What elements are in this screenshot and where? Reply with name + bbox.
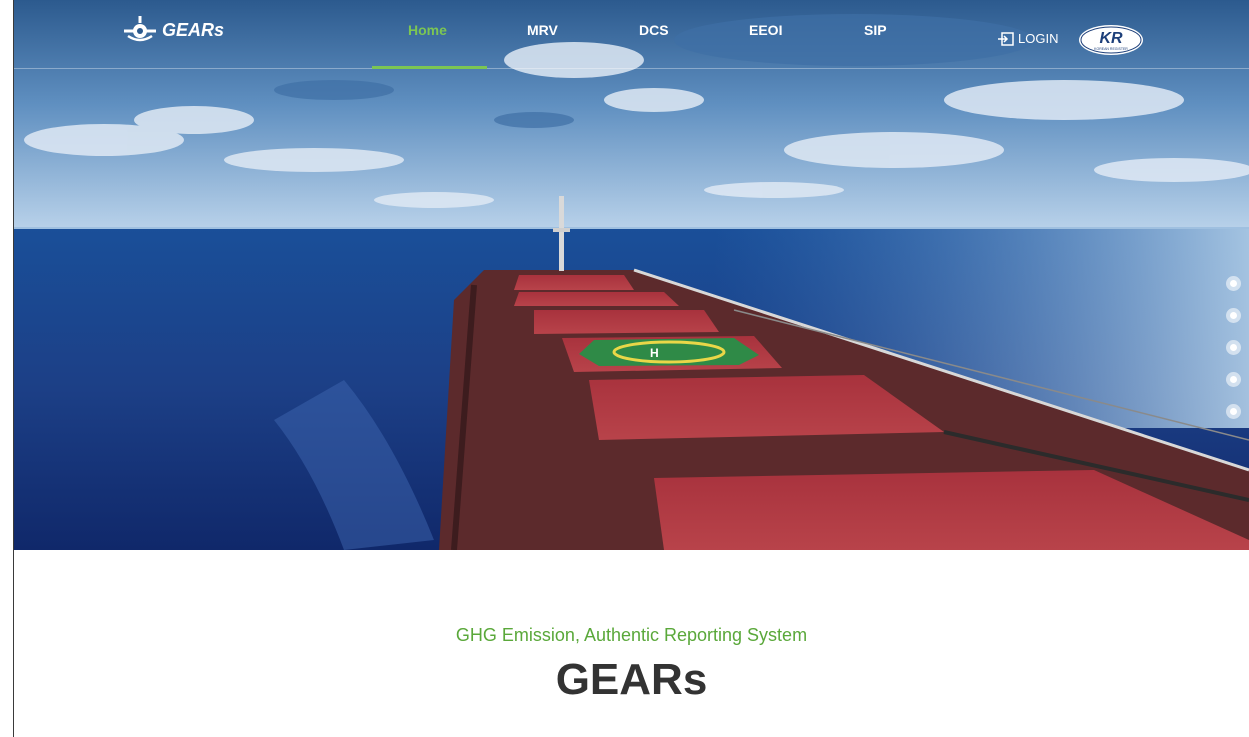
kr-badge-subtext: KOREAN REGISTER [1094,47,1128,51]
logo[interactable]: GEARs [120,14,224,46]
slide-dot-2[interactable] [1226,308,1241,323]
nav-eeoi[interactable]: EEOI [749,22,782,38]
hero-image: H [14,0,1249,550]
intro-title: GEARs [555,655,708,704]
kr-badge-logo[interactable]: KR KOREAN REGISTER [1078,24,1144,56]
page: H GEARs Home MRV DCS EEOI SIP LOGIN KR K… [0,0,1249,737]
nav-mrv[interactable]: MRV [527,22,558,38]
nav-home[interactable]: Home [408,22,447,38]
slide-dot-4[interactable] [1226,372,1241,387]
slide-dot-3[interactable] [1226,340,1241,355]
slide-dot-1[interactable] [1226,276,1241,291]
top-navigation: GEARs Home MRV DCS EEOI SIP LOGIN KR KOR… [14,0,1249,69]
slide-dot-5[interactable] [1226,404,1241,419]
ship-wheel-icon [124,16,156,42]
login-button[interactable]: LOGIN [998,31,1058,46]
nav-dcs[interactable]: DCS [639,22,669,38]
nav-active-indicator [372,66,487,69]
nav-sip[interactable]: SIP [864,22,887,38]
kr-badge-text: KR [1099,30,1123,47]
hero-banner: H GEARs Home MRV DCS EEOI SIP LOGIN KR K… [14,0,1249,550]
login-label: LOGIN [1018,31,1059,46]
login-icon [998,31,1014,46]
svg-text:H: H [650,346,659,360]
intro-tagline: GHG Emission, Authentic Reporting System [455,625,808,645]
slide-pager [1226,276,1242,436]
logo-text: GEARs [162,19,225,40]
